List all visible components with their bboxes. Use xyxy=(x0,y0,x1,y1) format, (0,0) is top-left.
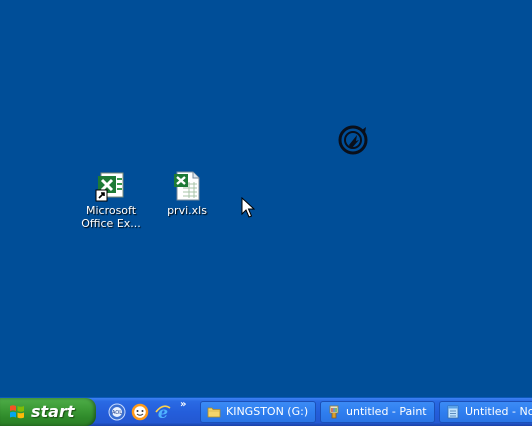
desktop-icon-label: Microsoft Office Ex... xyxy=(81,204,141,230)
start-label: start xyxy=(31,402,75,421)
task-label: untitled - Paint xyxy=(346,405,427,418)
messenger-icon[interactable] xyxy=(131,403,149,421)
notepad-icon xyxy=(447,405,459,419)
task-label: Untitled - Notepad xyxy=(465,405,532,418)
desktop-icon-prvi-xls[interactable]: prvi.xls xyxy=(151,170,223,217)
sync-icon[interactable] xyxy=(337,124,369,156)
task-paint[interactable]: untitled - Paint xyxy=(320,401,435,423)
desktop[interactable]: Microsoft Office Ex... prvi.xls xyxy=(0,0,532,397)
folder-icon xyxy=(207,407,221,418)
excel-shortcut-icon xyxy=(95,172,124,202)
desktop-icon-label: prvi.xls xyxy=(167,204,207,217)
mouse-pointer-icon xyxy=(241,197,255,218)
start-button[interactable]: start xyxy=(0,398,96,426)
windows-flag-icon xyxy=(10,405,24,419)
quick-launch-overflow-chevron[interactable]: » xyxy=(180,400,186,410)
internet-explorer-icon[interactable]: e xyxy=(154,403,172,421)
aol-icon[interactable]: AOL xyxy=(108,403,126,421)
taskbar: start AOL e » KINGSTON (G:) untitled - P… xyxy=(0,397,532,426)
svg-text:AOL: AOL xyxy=(112,410,122,416)
excel-file-icon xyxy=(174,171,200,201)
task-notepad[interactable]: Untitled - Notepad xyxy=(439,401,532,423)
desktop-icon-excel-shortcut[interactable]: Microsoft Office Ex... xyxy=(75,170,147,230)
paint-icon xyxy=(329,405,339,419)
task-label: KINGSTON (G:) xyxy=(226,405,309,418)
task-kingston-drive[interactable]: KINGSTON (G:) xyxy=(200,401,316,423)
